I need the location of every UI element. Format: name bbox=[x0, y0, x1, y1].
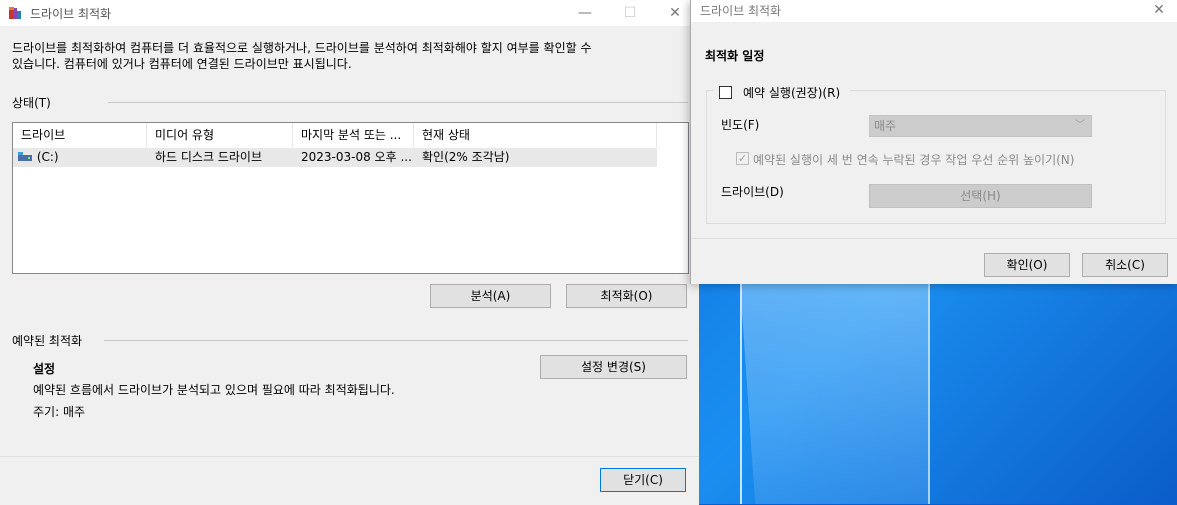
close-dialog-button[interactable]: 닫기(C) bbox=[600, 468, 686, 492]
schedule-dialog: 드라이브 최적화 ✕ 최적화 일정 예약 실행(권장)(R) 빈도(F) 매주 … bbox=[690, 0, 1177, 284]
column-header-media[interactable]: 미디어 유형 bbox=[147, 123, 293, 147]
analyze-button[interactable]: 분석(A) bbox=[430, 284, 551, 308]
cancel-button[interactable]: 취소(C) bbox=[1082, 253, 1168, 277]
dialog-heading: 최적화 일정 bbox=[705, 49, 765, 63]
settings-description: 예약된 흐름에서 드라이브가 분석되고 있으며 필요에 따라 최적화됩니다. bbox=[33, 383, 395, 397]
maximize-button[interactable]: ☐ bbox=[610, 0, 650, 26]
cell-drive: (C:) bbox=[13, 148, 147, 167]
drive-list[interactable]: 드라이브 미디어 유형 마지막 분석 또는 ... 현재 상태 (C:) 하드 … bbox=[12, 122, 689, 274]
divider bbox=[108, 102, 688, 103]
cell-status: 확인(2% 조각남) bbox=[422, 150, 510, 164]
column-header-drive[interactable]: 드라이브 bbox=[13, 123, 147, 147]
description: 드라이브를 최적화하여 컴퓨터를 더 효율적으로 실행하거나, 드라이브를 분석… bbox=[12, 40, 672, 72]
wallpaper-edge bbox=[740, 283, 742, 504]
column-header-status[interactable]: 현재 상태 bbox=[414, 123, 657, 147]
column-header-last-run[interactable]: 마지막 분석 또는 ... bbox=[293, 123, 414, 147]
frequency-value: 매주 bbox=[874, 119, 897, 133]
window-title: 드라이브 최적화 bbox=[30, 7, 112, 21]
frequency-dropdown[interactable]: 매주 ﹀ bbox=[869, 115, 1092, 137]
optimize-drives-window: 드라이브 최적화 — ☐ ✕ 드라이브를 최적화하여 컴퓨터를 더 효율적으로 … bbox=[0, 0, 699, 505]
list-header: 드라이브 미디어 유형 마지막 분석 또는 ... 현재 상태 bbox=[13, 123, 657, 147]
notify-checkbox[interactable]: ✓ bbox=[736, 152, 749, 165]
dialog-title-bar: 드라이브 최적화 ✕ bbox=[691, 0, 1177, 22]
ok-button[interactable]: 확인(O) bbox=[984, 253, 1070, 277]
optimize-button[interactable]: 최적화(O) bbox=[566, 284, 687, 308]
notify-label[interactable]: 예약된 실행이 세 번 연속 누락된 경우 작업 우선 순위 높이기(N) bbox=[753, 151, 1074, 168]
dialog-title: 드라이브 최적화 bbox=[700, 4, 782, 18]
chevron-down-icon: ﹀ bbox=[1075, 120, 1085, 131]
choose-drives-button[interactable]: 선택(H) bbox=[869, 184, 1092, 208]
table-row[interactable]: (C:) 하드 디스크 드라이브 2023-03-08 오후 ... 확인(2%… bbox=[13, 148, 657, 167]
hard-drive-icon bbox=[18, 152, 32, 161]
wallpaper-edge bbox=[928, 283, 930, 504]
settings-title: 설정 bbox=[33, 362, 56, 376]
frequency-text: 주기: 매주 bbox=[33, 405, 86, 419]
frequency-label: 빈도(F) bbox=[721, 118, 760, 132]
drives-label: 드라이브(D) bbox=[721, 185, 784, 199]
wallpaper-light bbox=[740, 283, 930, 504]
run-scheduled-label[interactable]: 예약 실행(권장)(R) bbox=[743, 84, 840, 101]
description-line: 드라이브를 최적화하여 컴퓨터를 더 효율적으로 실행하거나, 드라이브를 분석… bbox=[12, 41, 592, 55]
run-scheduled-checkbox[interactable] bbox=[719, 86, 732, 99]
title-bar: 드라이브 최적화 — ☐ ✕ bbox=[0, 0, 699, 26]
dialog-close-button[interactable]: ✕ bbox=[1144, 0, 1174, 20]
footer: 닫기(C) bbox=[0, 456, 699, 505]
cell-media: 하드 디스크 드라이브 bbox=[155, 150, 262, 164]
scheduled-optimization-label: 예약된 최적화 bbox=[12, 334, 83, 348]
minimize-button[interactable]: — bbox=[565, 0, 605, 26]
change-settings-button[interactable]: 설정 변경(S) bbox=[540, 355, 687, 379]
status-label: 상태(T) bbox=[12, 96, 51, 110]
defrag-app-icon bbox=[9, 7, 21, 19]
drive-name: (C:) bbox=[36, 150, 59, 164]
run-scheduled-row: 예약 실행(권장)(R) bbox=[713, 84, 850, 100]
description-line: 있습니다. 컴퓨터에 있거나 컴퓨터에 연결된 드라이브만 표시됩니다. bbox=[12, 57, 352, 71]
dialog-footer: 확인(O) 취소(C) bbox=[691, 238, 1177, 284]
close-button[interactable]: ✕ bbox=[655, 0, 695, 26]
cell-last-run: 2023-03-08 오후 ... bbox=[301, 150, 412, 164]
divider bbox=[104, 340, 688, 341]
